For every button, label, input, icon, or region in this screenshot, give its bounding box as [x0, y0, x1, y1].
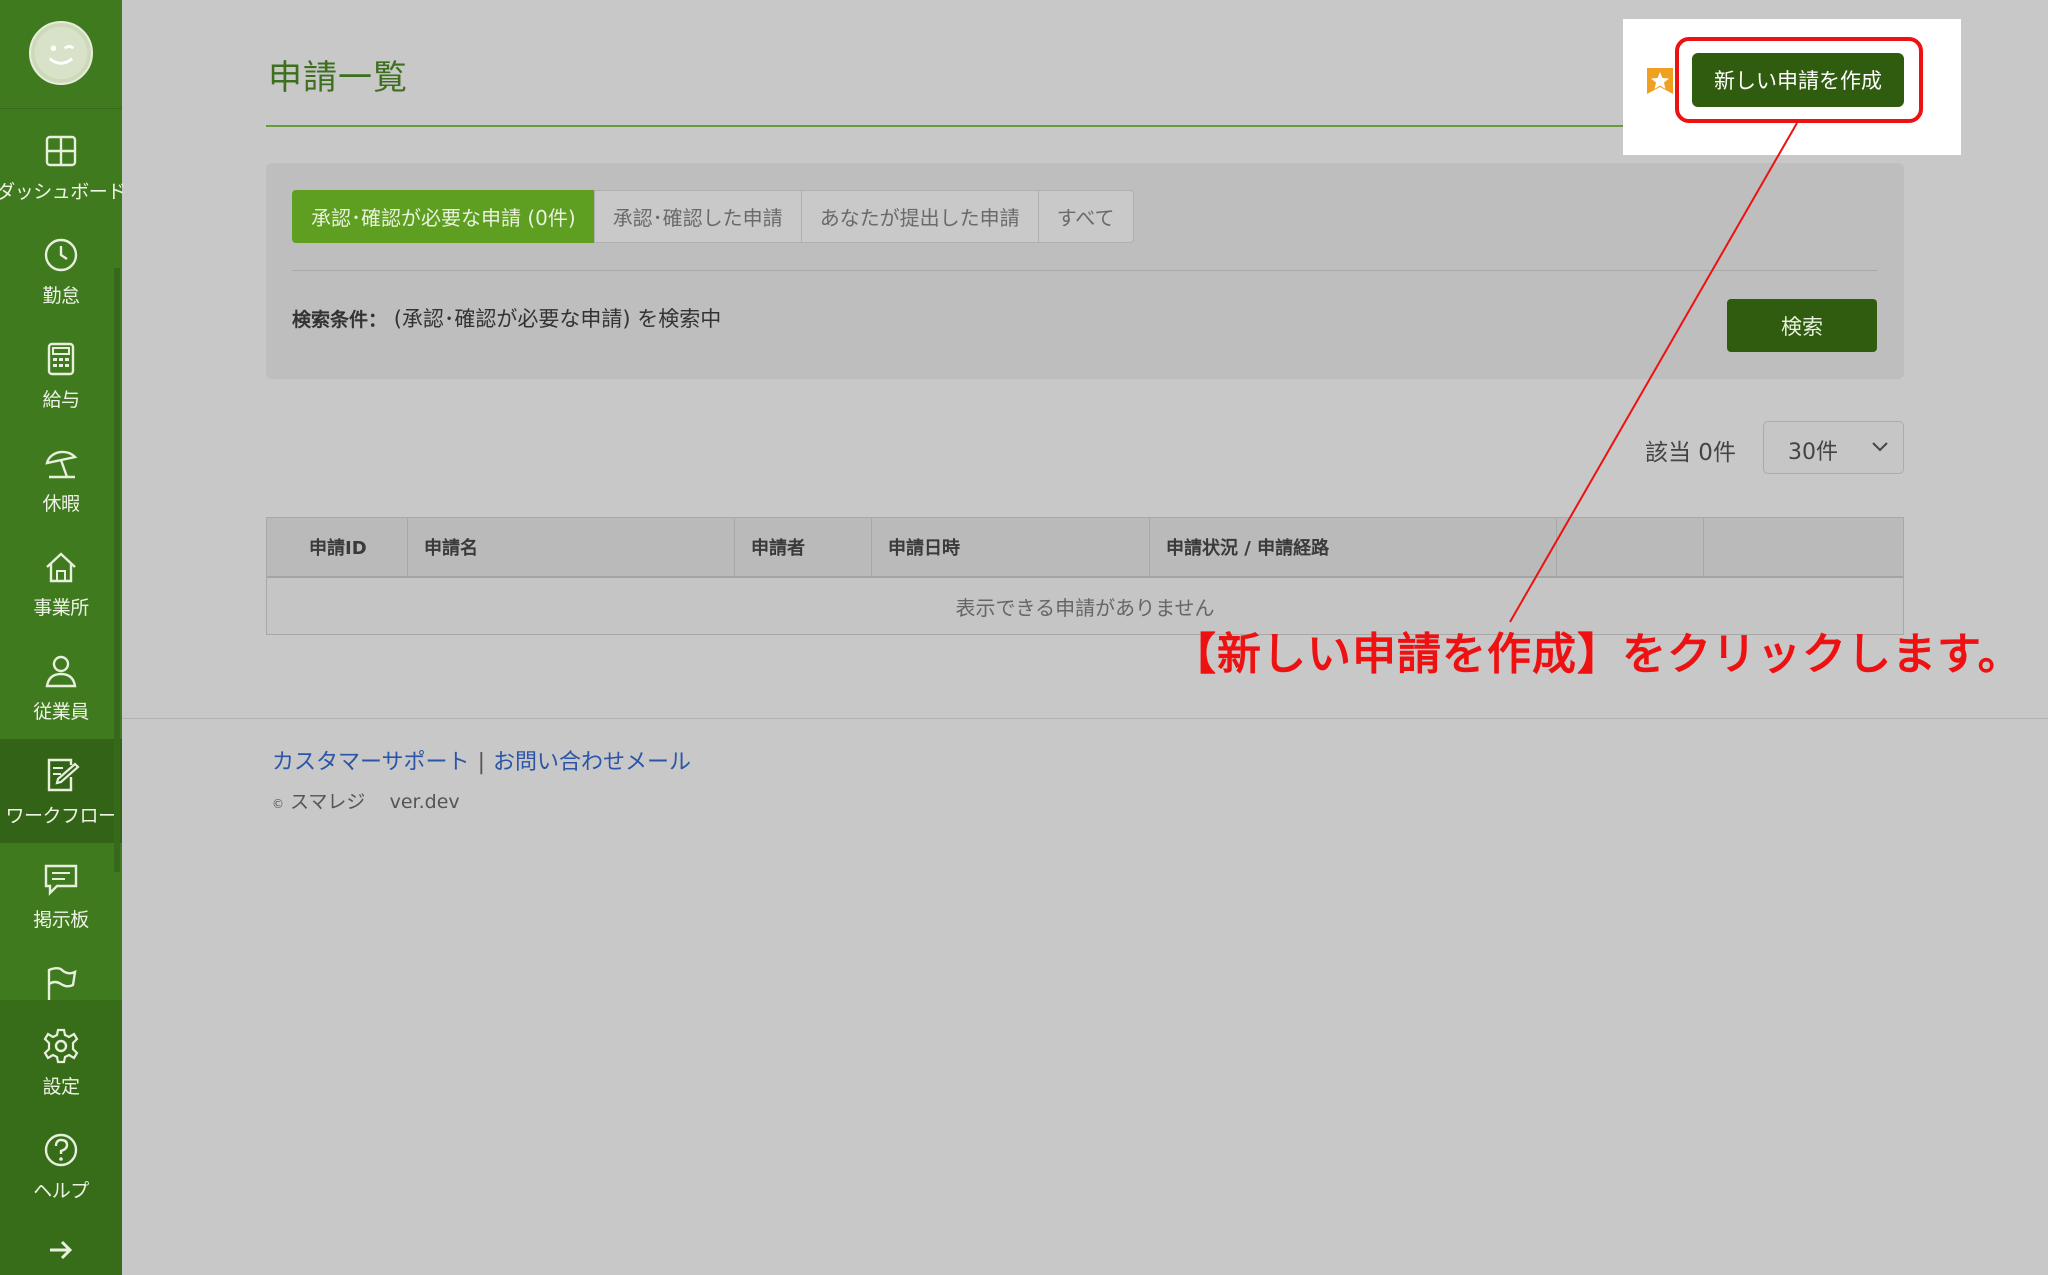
avatar[interactable]	[29, 21, 93, 85]
search-condition-value: (承認･確認が必要な申請) を検索中	[393, 307, 722, 331]
sidebar-item-employees[interactable]: 従業員	[0, 635, 122, 739]
footer-links: カスタマーサポート | お問い合わせメール	[272, 744, 691, 776]
contact-mail-link[interactable]: お問い合わせメール	[493, 750, 691, 775]
tab-all[interactable]: すべて	[1037, 190, 1134, 243]
sidebar-item-label: ダッシュボード	[0, 180, 126, 203]
sidebar-item-workflow[interactable]: ワークフロー	[0, 739, 122, 843]
search-button[interactable]: 検索	[1727, 299, 1877, 352]
sidebar-item-help[interactable]: ヘルプ	[0, 1114, 122, 1218]
chevron-down-icon	[1872, 442, 1888, 452]
tab-approved[interactable]: 承認･確認した申請	[593, 190, 802, 243]
sidebar-item-payroll[interactable]: 給与	[0, 323, 122, 427]
workflow-icon	[41, 755, 81, 795]
sidebar-item-label: 事業所	[33, 596, 89, 619]
column-header-extra-2	[1704, 518, 1904, 576]
column-header-date[interactable]: 申請日時	[872, 518, 1150, 576]
title-underline	[266, 125, 1676, 127]
calculator-icon	[41, 339, 81, 379]
clock-icon	[41, 235, 81, 275]
tab-needs-approval[interactable]: 承認･確認が必要な申請 (0件)	[292, 190, 595, 243]
favorite-star-icon[interactable]	[1645, 66, 1675, 96]
sidebar-item-office[interactable]: 事業所	[0, 531, 122, 635]
sidebar-item-flag[interactable]	[0, 947, 122, 1007]
expand-arrow-icon[interactable]	[44, 1236, 78, 1264]
customer-support-link[interactable]: カスタマーサポート	[272, 750, 470, 775]
sidebar-item-label: 従業員	[33, 700, 89, 723]
sidebar-scrollbar[interactable]	[114, 268, 120, 872]
help-icon	[41, 1130, 81, 1170]
sidebar-item-attendance[interactable]: 勤怠	[0, 219, 122, 323]
sidebar-item-label: 勤怠	[42, 284, 80, 307]
sidebar-item-settings[interactable]: 設定	[0, 1010, 122, 1114]
page-title: 申請一覧	[268, 58, 408, 98]
search-condition: 検索条件： (承認･確認が必要な申請) を検索中	[292, 303, 721, 333]
sidebar-item-label: 給与	[42, 388, 80, 411]
column-header-applicant[interactable]: 申請者	[735, 518, 872, 576]
search-condition-label: 検索条件：	[292, 309, 388, 331]
column-header-id[interactable]: 申請ID	[267, 518, 408, 576]
tab-submitted-by-you[interactable]: あなたが提出した申請	[800, 190, 1039, 243]
sidebar-item-dashboard[interactable]: ダッシュボード	[0, 115, 126, 219]
dashboard-icon	[41, 131, 81, 171]
filter-tabs: 承認･確認が必要な申請 (0件) 承認･確認した申請 あなたが提出した申請 すべ…	[292, 190, 1134, 243]
sidebar-item-label: 休暇	[42, 492, 80, 515]
sidebar: ダッシュボード 勤怠 給与 休暇 事業所 従業員 ワークフロー 掲示板 設定 ヘ…	[0, 0, 126, 1275]
message-board-icon	[41, 859, 81, 899]
flag-icon	[41, 963, 81, 1003]
copyright-symbol: ©	[272, 797, 284, 811]
table-header: 申請ID 申請名 申請者 申請日時 申請状況 / 申請経路	[267, 518, 1903, 578]
sidebar-divider	[0, 108, 122, 109]
sidebar-item-leave[interactable]: 休暇	[0, 427, 122, 531]
sidebar-item-label: 掲示板	[33, 908, 89, 931]
version-label: ver.dev	[389, 791, 460, 813]
copyright: © スマレジ ver.dev	[272, 787, 460, 814]
person-icon	[41, 651, 81, 691]
home-icon	[41, 547, 81, 587]
sidebar-item-board[interactable]: 掲示板	[0, 843, 122, 947]
beach-umbrella-icon	[41, 443, 81, 483]
per-page-select[interactable]: 30件	[1763, 421, 1904, 474]
annotation-text: 【新しい申請を作成】をクリックします。	[1172, 629, 2023, 680]
brand-name: スマレジ	[290, 791, 366, 813]
result-count: 該当 0件	[1645, 440, 1736, 466]
footer-separator: |	[477, 750, 485, 775]
column-header-extra-1	[1557, 518, 1704, 576]
panel-divider	[292, 270, 1877, 271]
per-page-value: 30件	[1788, 440, 1838, 465]
sidebar-item-label: ワークフロー	[5, 804, 117, 827]
sidebar-item-label: 設定	[42, 1075, 80, 1098]
footer-divider	[122, 718, 2048, 719]
create-new-request-button[interactable]: 新しい申請を作成	[1692, 53, 1904, 107]
column-header-name[interactable]: 申請名	[408, 518, 735, 576]
sidebar-item-label: ヘルプ	[33, 1179, 89, 1202]
smiley-icon	[34, 26, 88, 80]
gear-icon	[41, 1026, 81, 1066]
column-header-status[interactable]: 申請状況 / 申請経路	[1150, 518, 1557, 576]
